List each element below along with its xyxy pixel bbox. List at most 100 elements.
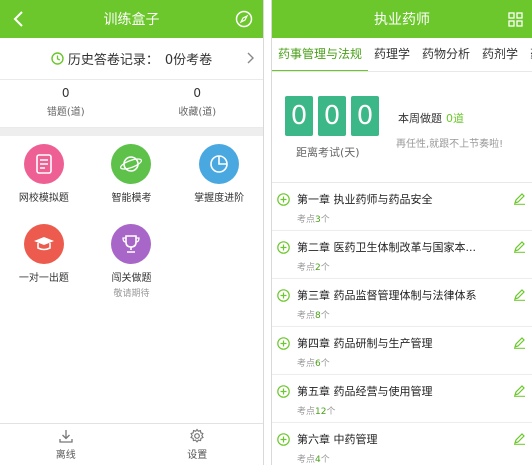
history-record-row[interactable]: 历史答卷记录： 0份考卷 — [0, 38, 263, 80]
page-title: 执业药师 — [374, 12, 430, 28]
points-prefix: 考点 — [297, 359, 316, 369]
tile-label: 闯关做题 — [111, 273, 152, 284]
points-prefix: 考点 — [297, 215, 316, 225]
tab-pharmaceutics[interactable]: 药剂学 — [476, 38, 524, 71]
points-count: 12 — [315, 407, 327, 417]
planet-icon — [111, 144, 152, 184]
pencil-icon[interactable] — [513, 288, 526, 301]
tab-more[interactable]: 药 — [524, 38, 532, 71]
pencil-icon[interactable] — [513, 336, 526, 349]
expand-plus-icon[interactable] — [277, 241, 290, 254]
chapter-row[interactable]: 第二章 医药卫生体制改革与国家本... 考点2个 — [272, 231, 532, 279]
points-prefix: 考点 — [297, 263, 316, 273]
chapter-title: 第二章 医药卫生体制改革与国家本... — [297, 241, 476, 254]
points-suffix: 个 — [320, 359, 330, 369]
points-suffix: 个 — [320, 311, 330, 321]
tile-label: 一对一出题 — [18, 273, 69, 284]
pencil-icon[interactable] — [513, 192, 526, 205]
countdown-digits: 0 0 0 — [285, 96, 379, 136]
chevron-right-icon — [247, 52, 254, 64]
history-count: 0份考卷 — [164, 53, 213, 68]
points-suffix: 个 — [320, 455, 330, 465]
grid-menu-icon[interactable] — [508, 12, 523, 27]
wrong-count: 0 — [61, 86, 70, 100]
points-prefix: 考点 — [297, 407, 316, 417]
chapter-points: 考点3个 — [297, 212, 330, 225]
points-suffix: 个 — [320, 215, 330, 225]
bottom-nav: 离线 设置 — [0, 423, 263, 465]
tab-pharmacology[interactable]: 药理学 — [368, 38, 416, 71]
points-suffix: 个 — [320, 263, 330, 273]
expand-plus-icon[interactable] — [277, 433, 290, 446]
pie-chart-icon — [199, 144, 240, 184]
tile-mock-exam[interactable]: 网校模拟题 — [0, 140, 88, 220]
expand-plus-icon[interactable] — [277, 385, 290, 398]
expand-plus-icon[interactable] — [277, 337, 290, 350]
section-divider — [0, 128, 263, 136]
weekly-count: 0道 — [446, 112, 464, 125]
right-screen: 执业药师 药事管理与法规 药理学 药物分析 药剂学 药 0 0 0 距离考试(天… — [271, 0, 532, 465]
points-prefix: 考点 — [297, 455, 316, 465]
chapter-title: 第四章 药品研制与生产管理 — [297, 337, 433, 350]
chapter-title: 第三章 药品监督管理体制与法律体系 — [297, 289, 477, 302]
expand-plus-icon[interactable] — [277, 193, 290, 206]
tile-one-on-one[interactable]: 一对一出题 — [0, 220, 88, 300]
compass-icon[interactable] — [235, 10, 253, 28]
left-screen: 训练盒子 历史答卷记录： 0份考卷 0 错题(道) 0 收藏(道) 网校模拟题 … — [0, 0, 264, 465]
pencil-icon[interactable] — [513, 432, 526, 445]
chapter-points: 考点4个 — [297, 452, 330, 465]
chapter-title: 第五章 药品经营与使用管理 — [297, 385, 433, 398]
stats-row: 0 错题(道) 0 收藏(道) — [0, 80, 263, 128]
back-arrow-icon[interactable] — [10, 9, 28, 29]
nav-offline[interactable]: 离线 — [0, 424, 132, 465]
expand-plus-icon[interactable] — [277, 289, 290, 302]
favorites-count: 0 — [193, 86, 202, 100]
download-icon — [59, 430, 73, 443]
chapter-title: 第一章 执业药师与药品安全 — [297, 193, 433, 206]
points-suffix: 个 — [326, 407, 336, 417]
chapter-row[interactable]: 第三章 药品监督管理体制与法律体系 考点8个 — [272, 279, 532, 327]
countdown-digit: 0 — [285, 96, 313, 136]
wrong-questions-stat[interactable]: 0 错题(道) — [0, 80, 132, 127]
countdown-digit: 0 — [318, 96, 346, 136]
page-title: 训练盒子 — [103, 12, 160, 28]
pencil-icon[interactable] — [513, 240, 526, 253]
gear-icon — [190, 428, 205, 443]
nav-label: 设置 — [187, 450, 208, 461]
feature-grid: 网校模拟题 智能模考 掌握度进阶 一对一出题 闯关做题 敬请期待 — [0, 136, 263, 300]
nav-label: 离线 — [55, 450, 76, 461]
weekly-label: 本周做题 — [398, 112, 442, 125]
top-bar: 训练盒子 — [0, 0, 263, 38]
chapter-points: 考点8个 — [297, 308, 330, 321]
wrong-label: 错题(道) — [46, 107, 85, 118]
tile-challenge[interactable]: 闯关做题 敬请期待 — [88, 220, 176, 300]
document-icon — [23, 144, 64, 184]
chapter-title: 第六章 中药管理 — [297, 433, 378, 446]
tab-pharmacy-law[interactable]: 药事管理与法规 — [272, 38, 369, 71]
history-label: 历史答卷记录： — [67, 53, 159, 68]
chapter-row[interactable]: 第五章 药品经营与使用管理 考点12个 — [272, 375, 532, 423]
chapter-row[interactable]: 第四章 药品研制与生产管理 考点6个 — [272, 327, 532, 375]
tile-smart-exam[interactable]: 智能模考 — [88, 140, 176, 220]
weekly-questions: 本周做题 0道 — [398, 110, 464, 126]
points-prefix: 考点 — [297, 311, 316, 321]
tile-label: 网校模拟题 — [18, 193, 69, 204]
pencil-icon[interactable] — [513, 384, 526, 397]
favorites-label: 收藏(道) — [178, 107, 217, 118]
history-clock-icon — [51, 52, 64, 65]
tile-label: 智能模考 — [111, 193, 152, 204]
nav-settings[interactable]: 设置 — [132, 424, 264, 465]
favorites-stat[interactable]: 0 收藏(道) — [132, 80, 264, 127]
countdown-digit: 0 — [351, 96, 379, 136]
subject-tabs: 药事管理与法规 药理学 药物分析 药剂学 药 — [272, 38, 532, 72]
tile-label: 掌握度进阶 — [194, 193, 245, 204]
chapter-list: 第一章 执业药师与药品安全 考点3个 第二章 医药卫生体制改革与国家本... 考点2个… — [272, 183, 532, 465]
encourage-text: 再任性,就跟不上节奏啦! — [396, 139, 504, 150]
graduation-cap-icon — [23, 224, 64, 264]
tab-drug-analysis[interactable]: 药物分析 — [416, 38, 476, 71]
exam-countdown-panel: 0 0 0 距离考试(天) 本周做题 0道 再任性,就跟不上节奏啦! — [272, 72, 532, 182]
chapter-row[interactable]: 第一章 执业药师与药品安全 考点3个 — [272, 183, 532, 231]
chapter-row[interactable]: 第六章 中药管理 考点4个 — [272, 423, 532, 465]
tile-sublabel: 敬请期待 — [113, 289, 150, 299]
tile-mastery[interactable]: 掌握度进阶 — [175, 140, 263, 220]
